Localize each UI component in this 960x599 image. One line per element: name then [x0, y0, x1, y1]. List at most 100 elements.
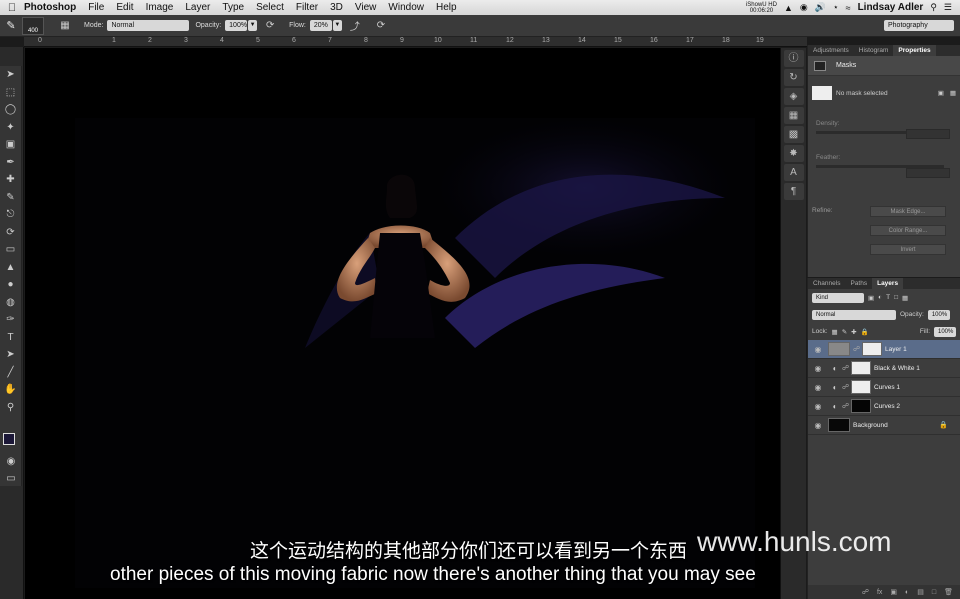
invert-button[interactable]: Invert — [870, 244, 946, 255]
mask-link-icon[interactable]: ☍ — [853, 345, 860, 353]
add-mask-icon[interactable]: ▣ — [890, 588, 897, 596]
menu-select[interactable]: Select — [256, 2, 284, 13]
history-brush-tool-icon[interactable]: ⟳ — [0, 224, 21, 242]
volume-icon[interactable]: 🔊 — [815, 2, 826, 13]
lasso-tool-icon[interactable]: ◯ — [0, 101, 21, 119]
eyedropper-tool-icon[interactable]: ✒ — [0, 154, 21, 172]
mask-edge-button[interactable]: Mask Edge... — [870, 206, 946, 217]
paint-bucket-tool-icon[interactable]: ▲ — [0, 259, 21, 277]
color-icon[interactable]: ▩ — [783, 126, 804, 143]
layer-mask-thumbnail[interactable] — [851, 361, 871, 375]
feather-field[interactable] — [906, 168, 950, 178]
tab-properties[interactable]: Properties — [893, 45, 936, 56]
menu-type[interactable]: Type — [222, 2, 244, 13]
vector-mask-icon[interactable]: ▦ — [950, 89, 956, 97]
menu-layer[interactable]: Layer — [185, 2, 210, 13]
layer-row-curves-1[interactable]: ◉ ◐ ☍ Curves 1 — [808, 378, 960, 397]
link-layers-icon[interactable]: ☍ — [862, 588, 869, 596]
brush-tool-preset-icon[interactable]: ✎ — [0, 19, 22, 32]
menu-3d[interactable]: 3D — [330, 2, 343, 13]
lock-position-icon[interactable]: ✚ — [851, 328, 856, 336]
filter-smart-icon[interactable]: ▦ — [902, 294, 908, 302]
quick-mask-icon[interactable]: ◉ — [0, 453, 22, 471]
layer-opacity-input[interactable]: 100% — [927, 309, 950, 320]
new-group-icon[interactable]: ▤ — [917, 588, 924, 596]
flow-input[interactable]: 20% — [309, 20, 332, 31]
move-tool-icon[interactable]: ➤ — [0, 66, 21, 84]
quick-select-tool-icon[interactable]: ✦ — [0, 119, 21, 137]
bluetooth-icon[interactable]: ⋆ — [833, 2, 839, 13]
marquee-tool-icon[interactable]: ⬚ — [0, 84, 21, 102]
delete-layer-icon[interactable]: 🗑 — [944, 588, 953, 596]
info-icon[interactable]: ⓘ — [783, 50, 804, 67]
airbrush-icon[interactable]: ⤴ — [347, 18, 363, 33]
wifi-icon[interactable]: ≈ — [846, 3, 851, 13]
layer-mask-thumbnail[interactable] — [851, 399, 871, 413]
mode-select[interactable]: Normal — [107, 20, 190, 31]
menu-view[interactable]: View — [355, 2, 377, 13]
visibility-eye-icon[interactable]: ◉ — [808, 383, 828, 392]
history-icon[interactable]: ↻ — [783, 69, 804, 86]
brush-tool-icon[interactable]: ✎ — [0, 189, 21, 207]
lock-transparent-icon[interactable]: ▦ — [832, 328, 838, 336]
eraser-tool-icon[interactable]: ▭ — [0, 241, 21, 259]
visibility-eye-icon[interactable]: ◉ — [808, 345, 828, 354]
opacity-dropdown-icon[interactable]: ▼ — [248, 20, 258, 31]
layer-mask-thumbnail[interactable] — [851, 380, 871, 394]
lock-pixels-icon[interactable]: ✎ — [842, 328, 847, 336]
line-tool-icon[interactable]: ╱ — [0, 364, 21, 382]
layer-style-icon[interactable]: fx — [877, 589, 882, 596]
blur-tool-icon[interactable]: ● — [0, 276, 21, 294]
foreground-color-swatch[interactable] — [3, 433, 15, 445]
pressure-opacity-icon[interactable]: ⟳ — [262, 20, 278, 31]
navigator-icon[interactable]: ✸ — [783, 145, 804, 162]
visibility-eye-icon[interactable]: ◉ — [808, 364, 828, 373]
mask-link-icon[interactable]: ☍ — [842, 364, 849, 372]
layer-filter-select[interactable]: Kind — [812, 292, 864, 303]
menu-app-name[interactable]: Photoshop — [24, 2, 76, 13]
brush-panel-icon[interactable]: ▦ — [57, 20, 73, 31]
crop-tool-icon[interactable]: ▣ — [0, 136, 21, 154]
menu-edit[interactable]: Edit — [116, 2, 133, 13]
character-icon[interactable]: A — [783, 164, 804, 181]
layer-lock-icon[interactable]: 🔒 — [939, 421, 948, 429]
new-layer-icon[interactable]: □ — [932, 589, 936, 596]
brush-size-picker[interactable]: 400 — [22, 16, 44, 35]
tab-adjustments[interactable]: Adjustments — [808, 45, 854, 56]
type-tool-icon[interactable]: T — [0, 329, 21, 347]
pressure-size-icon[interactable]: ⟳ — [373, 20, 389, 31]
menu-window[interactable]: Window — [388, 2, 424, 13]
adobe-icon[interactable]: ▲ — [784, 3, 793, 13]
path-select-tool-icon[interactable]: ➤ — [0, 346, 21, 364]
document-canvas[interactable] — [25, 48, 780, 599]
visibility-eye-icon[interactable]: ◉ — [808, 421, 828, 430]
new-adjustment-icon[interactable]: ◐ — [905, 589, 909, 596]
filter-pixel-icon[interactable]: ▣ — [868, 294, 874, 302]
mask-link-icon[interactable]: ☍ — [842, 402, 849, 410]
filter-shape-icon[interactable]: □ — [894, 294, 898, 301]
stamp-tool-icon[interactable]: ⎋ — [0, 206, 21, 224]
hand-tool-icon[interactable]: ✋ — [0, 381, 21, 399]
menu-help[interactable]: Help — [436, 2, 457, 13]
swatches-icon[interactable]: ▦ — [783, 107, 804, 124]
layer-row-layer-1[interactable]: ◉ ☍ Layer 1 — [808, 340, 960, 359]
paragraph-icon[interactable]: ¶ — [783, 183, 804, 200]
layer-mask-thumbnail[interactable] — [862, 342, 882, 356]
mask-link-icon[interactable]: ☍ — [842, 383, 849, 391]
density-field[interactable] — [906, 129, 950, 139]
tab-channels[interactable]: Channels — [808, 278, 845, 289]
3d-icon[interactable]: ◈ — [783, 88, 804, 105]
zoom-tool-icon[interactable]: ⚲ — [0, 399, 21, 417]
color-range-button[interactable]: Color Range... — [870, 225, 946, 236]
flow-dropdown-icon[interactable]: ▼ — [332, 20, 342, 31]
workspace-select[interactable]: Photography — [884, 20, 954, 31]
pixel-mask-icon[interactable]: ▣ — [938, 89, 944, 97]
opacity-input[interactable]: 100% — [225, 20, 248, 31]
menu-image[interactable]: Image — [146, 2, 174, 13]
apple-menu-icon[interactable]:  — [0, 2, 24, 14]
tab-paths[interactable]: Paths — [845, 278, 872, 289]
record-icon[interactable]: ◉ — [800, 2, 808, 13]
search-icon[interactable]: ⚲ — [930, 2, 937, 13]
recorder-status[interactable]: iShowU HD 00:06:20 — [746, 2, 777, 14]
menu-file[interactable]: File — [88, 2, 104, 13]
